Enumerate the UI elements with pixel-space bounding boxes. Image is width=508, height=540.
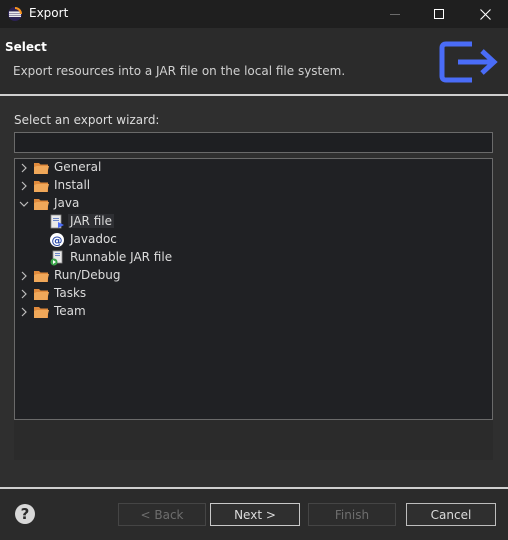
window-title: Export: [29, 6, 69, 20]
tree-item-label: JAR file: [68, 214, 114, 228]
help-button[interactable]: ?: [15, 504, 35, 524]
tree-item-label: Java: [54, 196, 80, 210]
cancel-button[interactable]: Cancel: [406, 503, 496, 526]
chevron-right-icon[interactable]: [18, 288, 30, 300]
tree-item-label: Team: [54, 304, 86, 318]
back-button-label: < Back: [140, 507, 184, 522]
chevron-right-icon[interactable]: [18, 162, 30, 174]
tree-item-run-debug[interactable]: Run/Debug: [15, 267, 492, 285]
folder-icon: [34, 271, 49, 282]
tree-item-jar-file[interactable]: JAR file: [15, 213, 492, 231]
close-icon: [479, 8, 491, 20]
tree-item-label: Runnable JAR file: [70, 250, 173, 264]
cancel-button-label: Cancel: [430, 507, 472, 522]
eclipse-icon: [8, 7, 22, 21]
tree-item-team[interactable]: Team: [15, 303, 492, 321]
chevron-right-icon[interactable]: [18, 270, 30, 282]
export-icon: [439, 41, 498, 83]
wizard-tree[interactable]: General Install Java JAR file @ Javadoc: [14, 158, 493, 420]
svg-text:@: @: [52, 234, 63, 247]
next-button[interactable]: Next >: [210, 503, 300, 526]
help-icon: ?: [20, 505, 30, 523]
javadoc-icon: @: [50, 233, 64, 247]
tree-item-label: Tasks: [54, 286, 87, 300]
tree-item-label: Javadoc: [70, 232, 117, 246]
jar-file-icon: [50, 214, 64, 229]
tree-item-label: Install: [54, 178, 91, 192]
chevron-right-icon[interactable]: [18, 306, 30, 318]
page-title: Select: [5, 40, 47, 54]
tree-item-runnable-jar[interactable]: Runnable JAR file: [15, 249, 492, 267]
folder-icon: [34, 181, 49, 192]
maximize-button[interactable]: [416, 0, 462, 28]
chevron-down-icon[interactable]: [18, 198, 30, 210]
folder-icon: [34, 163, 49, 174]
tree-item-general[interactable]: General: [15, 159, 492, 177]
back-button[interactable]: < Back: [118, 503, 206, 526]
tree-item-label: General: [54, 160, 102, 174]
folder-open-icon: [34, 199, 49, 210]
finish-button-label: Finish: [334, 507, 370, 522]
tree-item-install[interactable]: Install: [15, 177, 492, 195]
close-button[interactable]: [462, 0, 508, 28]
wizard-header: Select Export resources into a JAR file …: [0, 28, 508, 96]
tree-item-label: Run/Debug: [54, 268, 121, 282]
filter-input[interactable]: [14, 132, 493, 153]
tree-item-java[interactable]: Java: [15, 195, 492, 213]
tree-item-tasks[interactable]: Tasks: [15, 285, 492, 303]
minimize-button[interactable]: [372, 0, 418, 28]
finish-button[interactable]: Finish: [308, 503, 396, 526]
minimize-icon: [390, 14, 400, 15]
next-button-label: Next >: [234, 507, 276, 522]
page-description: Export resources into a JAR file on the …: [13, 64, 346, 78]
filter-label: Select an export wizard:: [14, 113, 160, 127]
folder-icon: [34, 289, 49, 300]
folder-icon: [34, 307, 49, 318]
runnable-jar-icon: [50, 250, 63, 266]
wizard-description-area: [14, 420, 493, 460]
maximize-icon: [434, 9, 444, 19]
tree-item-javadoc[interactable]: @ Javadoc: [15, 231, 492, 249]
chevron-right-icon[interactable]: [18, 180, 30, 192]
title-bar: Export: [0, 0, 508, 28]
